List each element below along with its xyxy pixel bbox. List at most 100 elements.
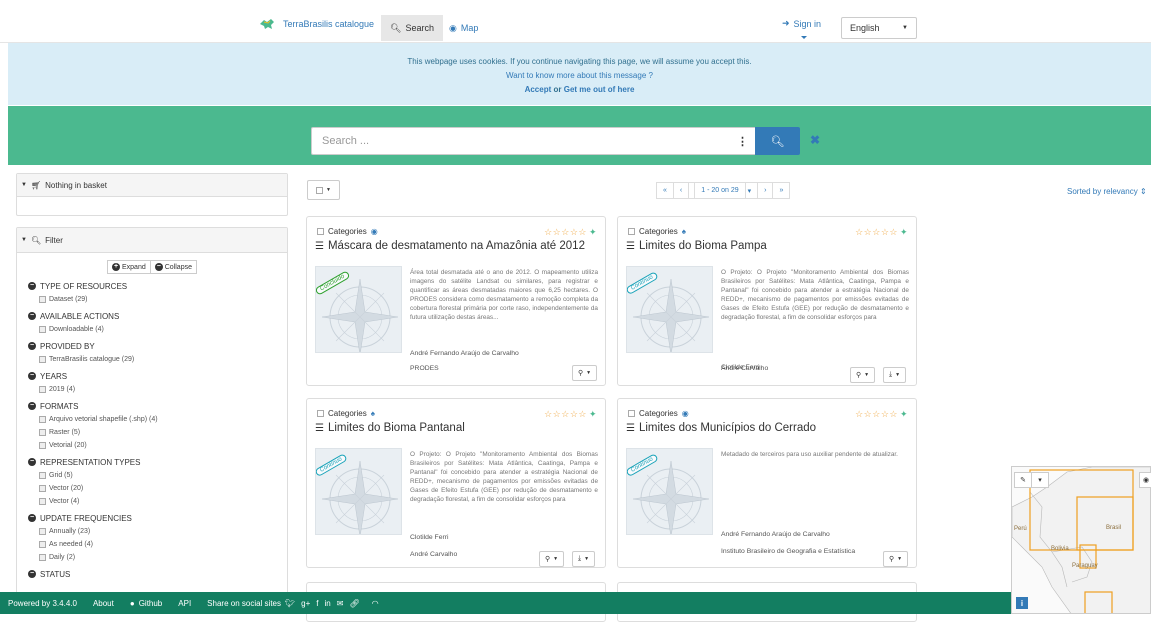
checkbox-icon[interactable] (39, 541, 46, 548)
email-icon[interactable]: ✉ (337, 599, 344, 608)
checkbox-icon[interactable] (39, 554, 46, 561)
pin-button[interactable]: ⚲ ▼ (850, 367, 876, 383)
mini-map[interactable]: Perú Brasil Bolivia Paraguay (1011, 466, 1151, 614)
pager-range-label: 1 - 20 on 29 (694, 182, 746, 199)
card-title[interactable]: ☰ Limites do Bioma Pantanal (315, 422, 465, 434)
facet-item[interactable]: Downloadable (4) (28, 324, 283, 335)
facet-group-title[interactable]: − STATUS (28, 568, 283, 580)
card-thumbnail[interactable]: Contínuo (626, 448, 713, 535)
github-link[interactable]: ● Github (130, 599, 162, 608)
cookie-optout-link[interactable]: Get me out of here (564, 85, 635, 94)
download-button[interactable]: ⤓ ▼ (883, 367, 907, 383)
facet-item[interactable]: TerraBrasilis catalogue (29) (28, 354, 283, 365)
facet-item[interactable]: Vetorial (20) (28, 440, 283, 451)
facet-group-title[interactable]: − PROVIDED BY (28, 340, 283, 352)
card-title[interactable]: ☰ Máscara de desmatamento na Amazônia até… (315, 240, 585, 252)
expand-collapse-group: + Expand − Collapse (107, 260, 197, 274)
map-info-button[interactable]: i (1016, 597, 1028, 609)
database-icon: ☰ (626, 240, 635, 252)
card-title[interactable]: ☰ Limites dos Municípios do Cerrado (626, 422, 816, 434)
facet-item[interactable]: As needed (4) (28, 539, 283, 550)
pencil-icon[interactable]: ✎ (1014, 472, 1032, 488)
api-link[interactable]: API (178, 599, 191, 608)
linkedin-icon[interactable]: in (325, 599, 331, 608)
checkbox-icon[interactable] (317, 410, 324, 417)
search-button[interactable]: 🔍︎ (755, 127, 800, 155)
checkbox-icon[interactable] (39, 498, 46, 505)
clear-search-button[interactable]: ✖ (810, 133, 820, 147)
checkbox-icon[interactable] (628, 410, 635, 417)
facet-group-title[interactable]: − UPDATE FREQUENCIES (28, 512, 283, 524)
pin-button[interactable]: ⚲ ▼ (539, 551, 565, 567)
facet-item[interactable]: Daily (2) (28, 552, 283, 563)
checkbox-icon[interactable] (39, 356, 46, 363)
card-title[interactable]: ☰ Limites do Bioma Pampa (626, 240, 767, 252)
facet-group-label: UPDATE FREQUENCIES (40, 513, 132, 523)
rating-stars: ☆☆☆☆☆ ✦ (855, 409, 908, 420)
facet-item[interactable]: Arquivo vetorial shapefile (.shp) (4) (28, 414, 283, 425)
result-card[interactable]: Categories ♠ ☆☆☆☆☆ ✦ ☰ Limites do Bioma Panta… (306, 398, 606, 568)
pager-next-button[interactable]: › (757, 182, 774, 199)
facet-item[interactable]: Annually (23) (28, 526, 283, 537)
facet-group-title[interactable]: − YEARS (28, 370, 283, 382)
search-options-button[interactable]: ⋮ (730, 127, 755, 155)
checkbox-icon[interactable] (39, 528, 46, 535)
facet-group-title[interactable]: − TYPE OF RESOURCES (28, 280, 283, 292)
sign-in-link[interactable]: ➜ Sign in (782, 18, 821, 29)
tab-map[interactable]: ◉ Map (440, 15, 487, 41)
facet-item[interactable]: Vector (4) (28, 496, 283, 507)
facet-item[interactable]: Raster (5) (28, 427, 283, 438)
card-thumbnail[interactable]: Contínuo (626, 266, 713, 353)
checkbox-icon[interactable] (317, 228, 324, 235)
rss-icon[interactable]: ◠ (372, 599, 379, 608)
pager-prev-button[interactable]: ‹ (672, 182, 690, 199)
checkbox-icon[interactable] (39, 326, 46, 333)
checkbox-icon[interactable] (628, 228, 635, 235)
pin-button[interactable]: ⚲ ▼ (883, 551, 909, 567)
brand-link[interactable]: TerraBrasilis catalogue (259, 18, 374, 30)
expand-button[interactable]: + Expand (107, 260, 151, 274)
filter-label: Filter (45, 235, 63, 245)
google-plus-icon[interactable]: g+ (301, 599, 310, 608)
facet-group-title[interactable]: − REPRESENTATION TYPES (28, 456, 283, 468)
cookie-accept-link[interactable]: Accept (525, 85, 552, 94)
card-thumbnail[interactable]: Concluído (315, 266, 402, 353)
cookie-more-link[interactable]: Want to know more about this message ? (506, 71, 653, 80)
result-card[interactable]: Categories ◉ ☆☆☆☆☆ ✦ ☰ Limites dos Municípios… (617, 398, 917, 568)
filter-header[interactable]: ▼ 🔍︎ Filter (17, 228, 287, 253)
facebook-icon[interactable]: f (316, 599, 318, 608)
pager-range-dropdown[interactable]: 1 - 20 on 29 ▾ (688, 182, 759, 199)
about-link[interactable]: About (93, 599, 114, 608)
select-all-dropdown[interactable]: ▼ (307, 180, 340, 200)
card-thumbnail[interactable]: Contínuo (315, 448, 402, 535)
link-icon[interactable]: 🔗︎ (349, 599, 359, 608)
checkbox-icon[interactable] (39, 472, 46, 479)
result-card[interactable]: Categories ♠ ☆☆☆☆☆ ✦ ☰ Limites do Bioma Pampa… (617, 216, 917, 386)
search-input[interactable]: Search ... (311, 127, 755, 155)
facet-item[interactable]: 2019 (4) (28, 384, 283, 395)
twitter-icon[interactable]: 🐦︎ (285, 599, 295, 608)
pin-button[interactable]: ⚲ ▼ (572, 365, 598, 381)
checkbox-icon[interactable] (39, 386, 46, 393)
pager-last-button[interactable]: » (772, 182, 791, 199)
checkbox-icon[interactable] (39, 296, 46, 303)
download-button[interactable]: ⤓ ▼ (572, 551, 596, 567)
pager-first-button[interactable]: « (656, 182, 674, 199)
tab-search[interactable]: 🔍︎ Search (381, 15, 443, 41)
result-card[interactable]: Categories ◉ ☆☆☆☆☆ ✦ ☰ Máscara de desmatament… (306, 216, 606, 386)
facet-group-title[interactable]: − AVAILABLE ACTIONS (28, 310, 283, 322)
facet-item[interactable]: Vector (20) (28, 483, 283, 494)
checkbox-icon[interactable] (39, 416, 46, 423)
collapse-button[interactable]: − Collapse (149, 260, 197, 274)
chevron-down-icon[interactable]: ▾ (1031, 472, 1049, 488)
sort-dropdown[interactable]: Sorted by relevancy ⇕ (1067, 187, 1147, 196)
facet-group-title[interactable]: − FORMATS (28, 400, 283, 412)
checkbox-icon[interactable] (39, 429, 46, 436)
basket-header[interactable]: ▼ 🛒︎ Nothing in basket (17, 174, 287, 197)
language-select[interactable]: English ▼ (841, 17, 917, 39)
checkbox-icon[interactable] (39, 485, 46, 492)
globe-icon[interactable]: ◉ (1139, 472, 1151, 488)
checkbox-icon[interactable] (39, 442, 46, 449)
facet-item[interactable]: Dataset (29) (28, 294, 283, 305)
facet-item[interactable]: Grid (5) (28, 470, 283, 481)
